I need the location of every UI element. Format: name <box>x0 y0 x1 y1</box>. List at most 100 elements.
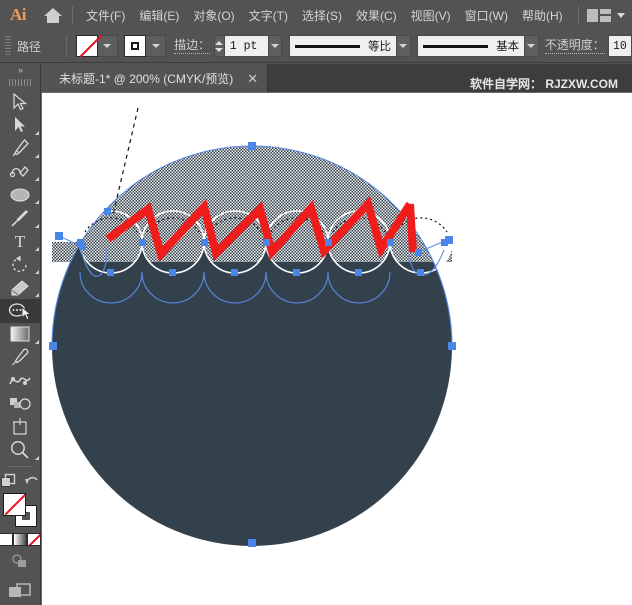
width-profile-select[interactable]: 等比 <box>289 35 397 57</box>
stroke-weight-label[interactable]: 描边： <box>174 39 210 54</box>
tool-eraser[interactable] <box>0 276 41 299</box>
tool-type[interactable]: T <box>0 230 41 253</box>
chevron-down-icon <box>399 44 407 48</box>
anchor-bottom <box>248 539 256 547</box>
fill-none-indicator[interactable] <box>3 493 26 516</box>
tool-gradient[interactable] <box>0 323 41 346</box>
ellipse-icon <box>9 187 31 203</box>
opacity-label[interactable]: 不透明度： <box>545 39 605 54</box>
type-icon: T <box>12 232 28 250</box>
stroke-color-swatch[interactable] <box>124 35 146 57</box>
tool-eyedropper[interactable] <box>0 346 41 369</box>
eraser-icon <box>9 279 31 297</box>
handle-point <box>415 249 422 256</box>
tools-divider <box>8 466 32 467</box>
menu-effect[interactable]: 效果(C) <box>349 3 404 28</box>
tool-flyout-indicator <box>35 177 39 181</box>
width-profile-preview-icon <box>295 45 360 48</box>
close-icon[interactable]: ✕ <box>247 72 258 85</box>
opacity-input[interactable]: 10 <box>608 35 632 57</box>
anchor-right <box>448 342 456 350</box>
tool-zoom[interactable] <box>0 439 41 462</box>
menu-type[interactable]: 文字(T) <box>242 3 295 28</box>
document-tab[interactable]: 未标题-1* @ 200% (CMYK/预览) ✕ <box>45 64 268 92</box>
tool-ellipse[interactable] <box>0 183 41 206</box>
menu-object[interactable]: 对象(O) <box>186 3 241 28</box>
tools-panel-grip[interactable] <box>9 79 31 86</box>
tool-shape-builder[interactable] <box>0 299 41 322</box>
menu-select[interactable]: 选择(S) <box>295 3 349 28</box>
gradient-mode-icon[interactable] <box>13 533 27 546</box>
menu-help[interactable]: 帮助(H) <box>515 3 570 28</box>
menu-bar-right <box>578 6 632 24</box>
fill-swatch-group <box>76 35 118 57</box>
width-profile-dropdown-button[interactable] <box>397 35 411 57</box>
undo-arrow-icon[interactable] <box>24 473 40 489</box>
control-bar-grip[interactable] <box>5 36 11 56</box>
tools-collapse-button[interactable]: » <box>0 64 41 76</box>
object-type-label: 路径 <box>17 38 57 55</box>
menu-edit[interactable]: 编辑(E) <box>132 3 186 28</box>
tool-flyout-indicator <box>35 200 39 204</box>
home-icon[interactable] <box>36 0 70 30</box>
stroke-weight-dropdown-button[interactable] <box>269 35 283 57</box>
fill-stroke-indicator[interactable] <box>3 493 37 527</box>
menu-view[interactable]: 视图(V) <box>404 3 458 28</box>
tool-paintbrush[interactable] <box>0 206 41 229</box>
menu-divider <box>72 6 73 24</box>
stroke-weight-input[interactable]: 1 pt <box>225 35 269 57</box>
chevron-down-icon <box>103 44 111 48</box>
stroke-weight-stepper[interactable] <box>214 35 225 57</box>
shape-builder-icon <box>8 301 32 321</box>
watermark-text: 软件自学网： RJZXW.COM <box>470 75 632 92</box>
document-tab-title: 未标题-1* @ 200% (CMYK/预览) <box>59 70 233 87</box>
eyedropper-icon <box>10 347 30 367</box>
chevron-down-icon <box>527 44 535 48</box>
brush-definition-label: 基本 <box>496 38 519 54</box>
screen-mode-icon[interactable] <box>8 582 32 605</box>
tool-flyout-indicator <box>35 456 39 460</box>
ai-logo: Ai <box>0 0 36 30</box>
tool-flyout-indicator <box>35 224 39 228</box>
tool-artboard[interactable] <box>0 416 41 439</box>
tool-blend[interactable] <box>0 369 41 392</box>
stroke-swatch-group <box>124 35 166 57</box>
menu-window[interactable]: 窗口(W) <box>458 3 515 28</box>
none-mode-icon[interactable] <box>27 533 41 546</box>
workspace-layout-icon[interactable] <box>587 9 611 22</box>
document-tab-bar: 未标题-1* @ 200% (CMYK/预览) ✕ 软件自学网： RJZXW.C… <box>0 64 632 92</box>
pen-icon <box>10 138 30 158</box>
fill-none-swatch[interactable] <box>76 35 98 57</box>
tool-flyout-indicator <box>35 270 39 274</box>
stroke-dropdown-button[interactable] <box>146 35 166 57</box>
red-zigzag-tail[interactable] <box>410 204 413 252</box>
canvas-area[interactable] <box>41 92 632 605</box>
tool-symbol-sprayer[interactable] <box>0 392 41 415</box>
artboard-icon <box>9 417 31 437</box>
svg-text:T: T <box>15 232 26 250</box>
magnifier-icon <box>9 440 31 460</box>
blend-icon <box>8 373 32 389</box>
brush-dropdown-button[interactable] <box>525 35 539 57</box>
chevron-down-icon <box>271 44 279 48</box>
tool-rotate[interactable] <box>0 253 41 276</box>
tool-pen[interactable] <box>0 137 41 160</box>
curvature-icon <box>9 162 31 180</box>
tool-flyout-indicator <box>35 293 39 297</box>
selection-arrow-icon <box>12 93 28 111</box>
tools-bottom-section <box>0 473 41 605</box>
fill-dropdown-button[interactable] <box>98 35 118 57</box>
tool-direct-selection[interactable] <box>0 113 41 136</box>
stepper-up-icon <box>215 41 223 45</box>
tool-selection[interactable] <box>0 90 41 113</box>
drawing-mode-icon[interactable] <box>10 553 30 574</box>
change-shape-icon[interactable] <box>0 473 18 489</box>
brush-preview-icon <box>423 45 488 48</box>
color-mode-icon[interactable] <box>0 533 13 546</box>
tool-curvature[interactable] <box>0 160 41 183</box>
rotate-icon <box>10 254 30 274</box>
chevron-down-icon[interactable] <box>617 13 625 18</box>
brush-definition-select[interactable]: 基本 <box>417 35 525 57</box>
menu-file[interactable]: 文件(F) <box>79 3 132 28</box>
chevron-down-icon <box>152 44 160 48</box>
